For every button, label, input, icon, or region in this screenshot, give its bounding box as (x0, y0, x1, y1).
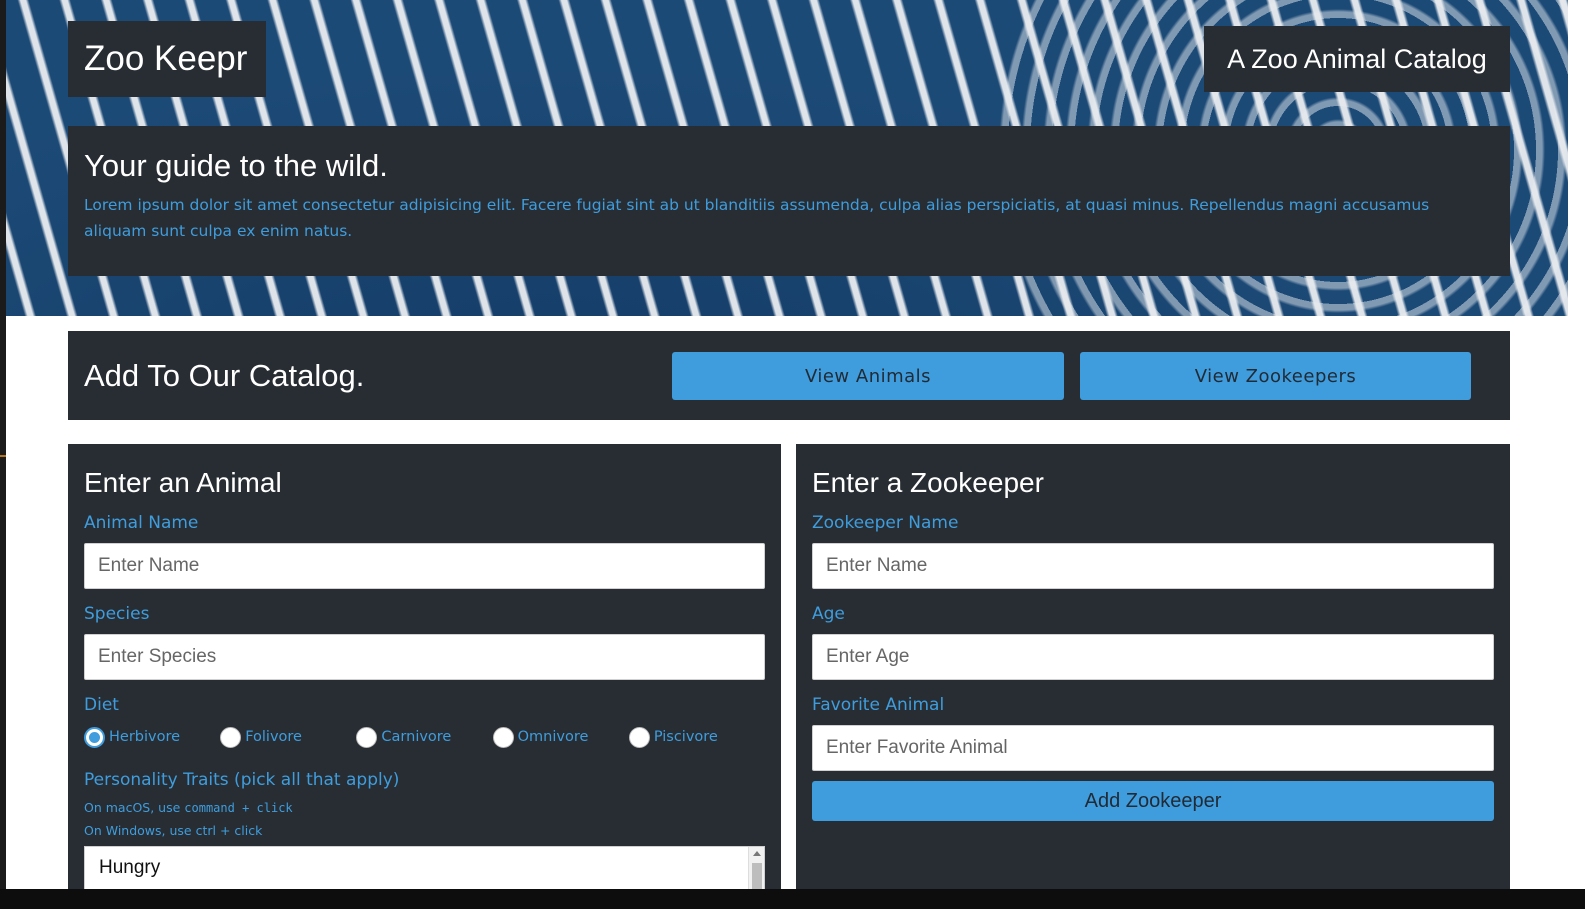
favorite-animal-label: Favorite Animal (812, 695, 945, 715)
window-right-edge (1568, 0, 1585, 909)
brand-title[interactable]: Zoo Keepr (68, 21, 266, 97)
hint-windows: On Windows, use ctrl + click (84, 823, 263, 838)
catalog-bar: Add To Our Catalog. View Animals View Zo… (68, 331, 1510, 420)
view-animals-button[interactable]: View Animals (672, 352, 1064, 400)
radio-checked-icon[interactable] (84, 726, 105, 748)
diet-option-label: Herbivore (109, 729, 181, 745)
species-input[interactable] (84, 634, 765, 680)
traits-hints: On macOS, use command + click On Windows… (84, 799, 765, 840)
add-zookeeper-button[interactable]: Add Zookeeper (812, 781, 1494, 821)
radio-unchecked-icon[interactable] (628, 726, 650, 748)
hint-macos: On macOS, use command + click (84, 800, 293, 815)
zookeeper-name-label: Zookeeper Name (812, 513, 959, 533)
diet-option-piscivore[interactable]: Piscivore (628, 726, 765, 748)
favorite-animal-input[interactable] (812, 725, 1494, 771)
diet-option-folivore[interactable]: Folivore (220, 726, 356, 748)
animal-name-input[interactable] (84, 543, 765, 589)
catalog-heading: Add To Our Catalog. (84, 358, 365, 393)
traits-label: Personality Traits (pick all that apply) (84, 770, 400, 790)
age-label: Age (812, 604, 845, 624)
species-label: Species (84, 604, 150, 624)
site-tagline: A Zoo Animal Catalog (1204, 26, 1510, 92)
animal-form-title: Enter an Animal (84, 467, 282, 498)
diet-option-herbivore[interactable]: Herbivore (84, 726, 220, 748)
zookeeper-form: Enter a Zookeeper Zookeeper Name Age Fav… (796, 444, 1510, 909)
diet-option-label: Omnivore (517, 729, 589, 745)
diet-option-label: Folivore (245, 729, 302, 745)
animal-form: Enter an Animal Animal Name Species Diet… (68, 444, 781, 909)
intro-text: Lorem ipsum dolor sit amet consectetur a… (84, 196, 1430, 240)
diet-option-label: Piscivore (653, 729, 718, 745)
diet-option-carnivore[interactable]: Carnivore (356, 726, 492, 748)
radio-unchecked-icon[interactable] (356, 726, 378, 748)
diet-label: Diet (84, 695, 119, 715)
traits-option[interactable]: Hungry (85, 847, 764, 879)
edge-marker (0, 455, 6, 457)
animal-name-label: Animal Name (84, 513, 199, 533)
radio-unchecked-icon[interactable] (492, 726, 514, 748)
radio-unchecked-icon[interactable] (220, 726, 242, 748)
age-input[interactable] (812, 634, 1494, 680)
diet-radio-group: Herbivore Folivore Carnivore Omnivore Pi… (84, 725, 765, 749)
intro-heading: Your guide to the wild. (84, 148, 388, 183)
window-bottom-edge (0, 889, 1585, 909)
zookeeper-name-input[interactable] (812, 543, 1494, 589)
diet-option-label: Carnivore (381, 729, 452, 745)
view-zookeepers-button[interactable]: View Zookeepers (1080, 352, 1471, 400)
scroll-up-icon[interactable] (753, 851, 761, 856)
zookeeper-form-title: Enter a Zookeeper (812, 467, 1044, 498)
diet-option-omnivore[interactable]: Omnivore (492, 726, 629, 748)
intro-card: Your guide to the wild. Lorem ipsum dolo… (68, 126, 1510, 276)
